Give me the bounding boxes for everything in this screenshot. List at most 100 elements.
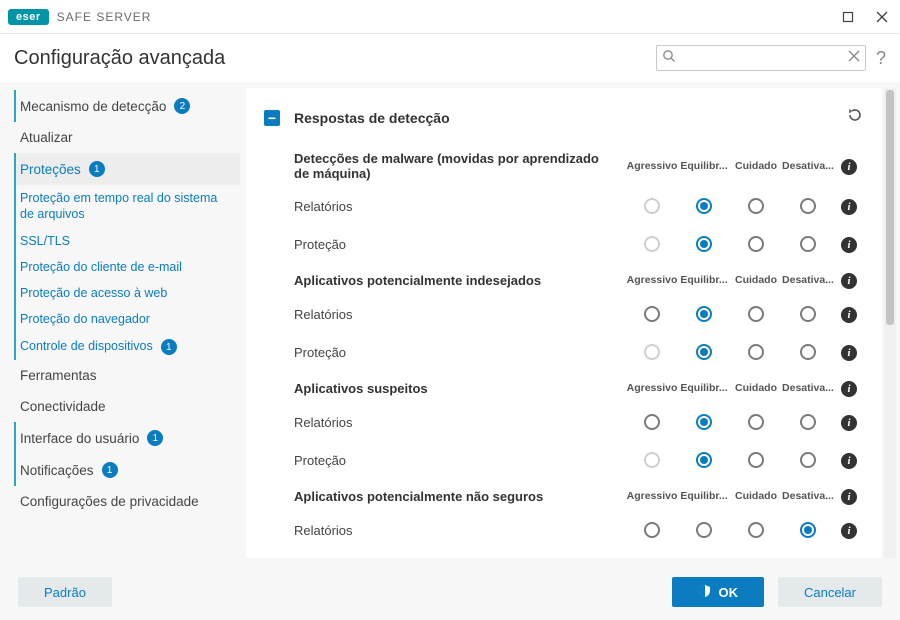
radio-Desativa...[interactable] — [800, 414, 816, 430]
group-title-0: Detecções de malware (movidas por aprend… — [294, 151, 626, 181]
column-header-3: Desativa... — [782, 490, 834, 502]
info-icon[interactable]: i — [841, 273, 857, 289]
sidebar-item-label: Ferramentas — [20, 368, 97, 383]
info-icon[interactable]: i — [841, 453, 857, 469]
radio-Cuidado[interactable] — [748, 522, 764, 538]
group-title-2: Aplicativos suspeitos — [294, 381, 626, 396]
sidebar-sub-0[interactable]: Proteção em tempo real do sistema de arq… — [16, 185, 240, 228]
sidebar-sub-label: Proteção do navegador — [20, 312, 150, 326]
sidebar-item-label: Interface do usuário — [20, 431, 139, 446]
sidebar-item-privacy[interactable]: Configurações de privacidade — [14, 486, 240, 517]
scrollbar-vertical[interactable] — [884, 88, 896, 558]
badge: 1 — [161, 339, 177, 355]
revert-icon[interactable] — [846, 106, 864, 129]
sidebar-sub-2[interactable]: Proteção do cliente de e-mail — [16, 254, 240, 280]
radio-Equilibr...[interactable] — [696, 414, 712, 430]
sidebar-sub-4[interactable]: Proteção do navegador — [16, 306, 240, 332]
radio-Cuidado[interactable] — [748, 306, 764, 322]
radio-Desativa...[interactable] — [800, 522, 816, 538]
default-button[interactable]: Padrão — [18, 577, 112, 607]
radio-Equilibr...[interactable] — [696, 236, 712, 252]
radio-Agressivo — [644, 344, 660, 360]
radio-Cuidado[interactable] — [748, 414, 764, 430]
radio-Cuidado[interactable] — [748, 236, 764, 252]
radio-Agressivo — [644, 236, 660, 252]
sidebar-item-ui[interactable]: Interface do usuário 1 — [14, 422, 240, 454]
radio-Agressivo[interactable] — [644, 306, 660, 322]
sidebar-sub-5[interactable]: Controle de dispositivos1 — [16, 333, 240, 361]
column-header-1: Equilibr... — [678, 382, 730, 394]
radio-Cuidado[interactable] — [748, 198, 764, 214]
column-header-0: Agressivo — [626, 382, 678, 394]
sidebar-item-detection-engine[interactable]: Mecanismo de detecção2 — [14, 90, 240, 122]
sidebar-item-tools[interactable]: Ferramentas — [14, 360, 240, 391]
radio-Equilibr...[interactable] — [696, 452, 712, 468]
info-icon[interactable]: i — [841, 489, 857, 505]
info-icon[interactable]: i — [841, 381, 857, 397]
cancel-button[interactable]: Cancelar — [778, 577, 882, 607]
info-icon[interactable]: i — [841, 307, 857, 323]
sidebar-item-label: Atualizar — [20, 130, 73, 145]
help-button[interactable]: ? — [876, 48, 886, 69]
info-icon[interactable]: i — [841, 345, 857, 361]
radio-Desativa...[interactable] — [800, 306, 816, 322]
setting-row: Relatórios i — [264, 511, 864, 549]
sidebar-sub-label: Proteção em tempo real do sistema de arq… — [20, 191, 217, 221]
radio-Agressivo[interactable] — [644, 414, 660, 430]
collapse-icon[interactable]: − — [264, 110, 280, 126]
setting-row: Proteção i — [264, 333, 864, 371]
column-header-2: Cuidado — [730, 382, 782, 394]
row-label: Proteção — [294, 345, 626, 360]
radio-Desativa...[interactable] — [800, 452, 816, 468]
clear-icon[interactable] — [848, 49, 860, 67]
radio-Agressivo — [644, 198, 660, 214]
sidebar: Mecanismo de detecção2 Atualizar Proteções… — [0, 82, 240, 564]
radio-Desativa...[interactable] — [800, 198, 816, 214]
brand-product: SAFE SERVER — [57, 10, 152, 24]
ok-label: OK — [718, 585, 738, 600]
setting-row: Proteção i — [264, 441, 864, 479]
radio-Agressivo — [644, 452, 660, 468]
radio-Equilibr...[interactable] — [696, 344, 712, 360]
info-icon[interactable]: i — [841, 199, 857, 215]
column-header-2: Cuidado — [730, 160, 782, 172]
shield-icon — [698, 584, 712, 601]
sidebar-item-notifications[interactable]: Notificações1 — [14, 454, 240, 486]
badge: 1 — [89, 161, 105, 177]
column-header-1: Equilibr... — [678, 490, 730, 502]
badge: 2 — [174, 98, 190, 114]
radio-Desativa...[interactable] — [800, 236, 816, 252]
radio-Equilibr...[interactable] — [696, 306, 712, 322]
search-input[interactable] — [681, 51, 841, 65]
radio-Cuidado[interactable] — [748, 344, 764, 360]
sidebar-item-protections[interactable]: Proteções 1 — [14, 153, 240, 185]
row-label: Proteção — [294, 237, 626, 252]
sidebar-item-label: Configurações de privacidade — [20, 494, 199, 509]
sidebar-sub-1[interactable]: SSL/TLS — [16, 228, 240, 254]
info-icon[interactable]: i — [841, 523, 857, 539]
sidebar-item-label: Conectividade — [20, 399, 106, 414]
row-label: Relatórios — [294, 307, 626, 322]
column-header-3: Desativa... — [782, 382, 834, 394]
sidebar-item-connectivity[interactable]: Conectividade — [14, 391, 240, 422]
radio-Equilibr...[interactable] — [696, 198, 712, 214]
window-maximize-icon[interactable] — [838, 7, 858, 27]
info-icon[interactable]: i — [841, 415, 857, 431]
column-header-0: Agressivo — [626, 490, 678, 502]
window-close-icon[interactable] — [872, 7, 892, 27]
sidebar-sub-3[interactable]: Proteção de acesso à web — [16, 280, 240, 306]
badge: 1 — [147, 430, 163, 446]
info-icon[interactable]: i — [841, 237, 857, 253]
radio-Cuidado[interactable] — [748, 452, 764, 468]
radio-Agressivo[interactable] — [644, 522, 660, 538]
column-header-3: Desativa... — [782, 160, 834, 172]
sidebar-item-label: Proteções — [20, 162, 81, 177]
sidebar-item-update[interactable]: Atualizar — [14, 122, 240, 153]
search-box[interactable] — [656, 45, 866, 71]
scrollbar-thumb[interactable] — [886, 90, 894, 325]
row-label: Proteção — [294, 453, 626, 468]
ok-button[interactable]: OK — [672, 577, 764, 607]
info-icon[interactable]: i — [841, 159, 857, 175]
radio-Desativa...[interactable] — [800, 344, 816, 360]
radio-Equilibr...[interactable] — [696, 522, 712, 538]
